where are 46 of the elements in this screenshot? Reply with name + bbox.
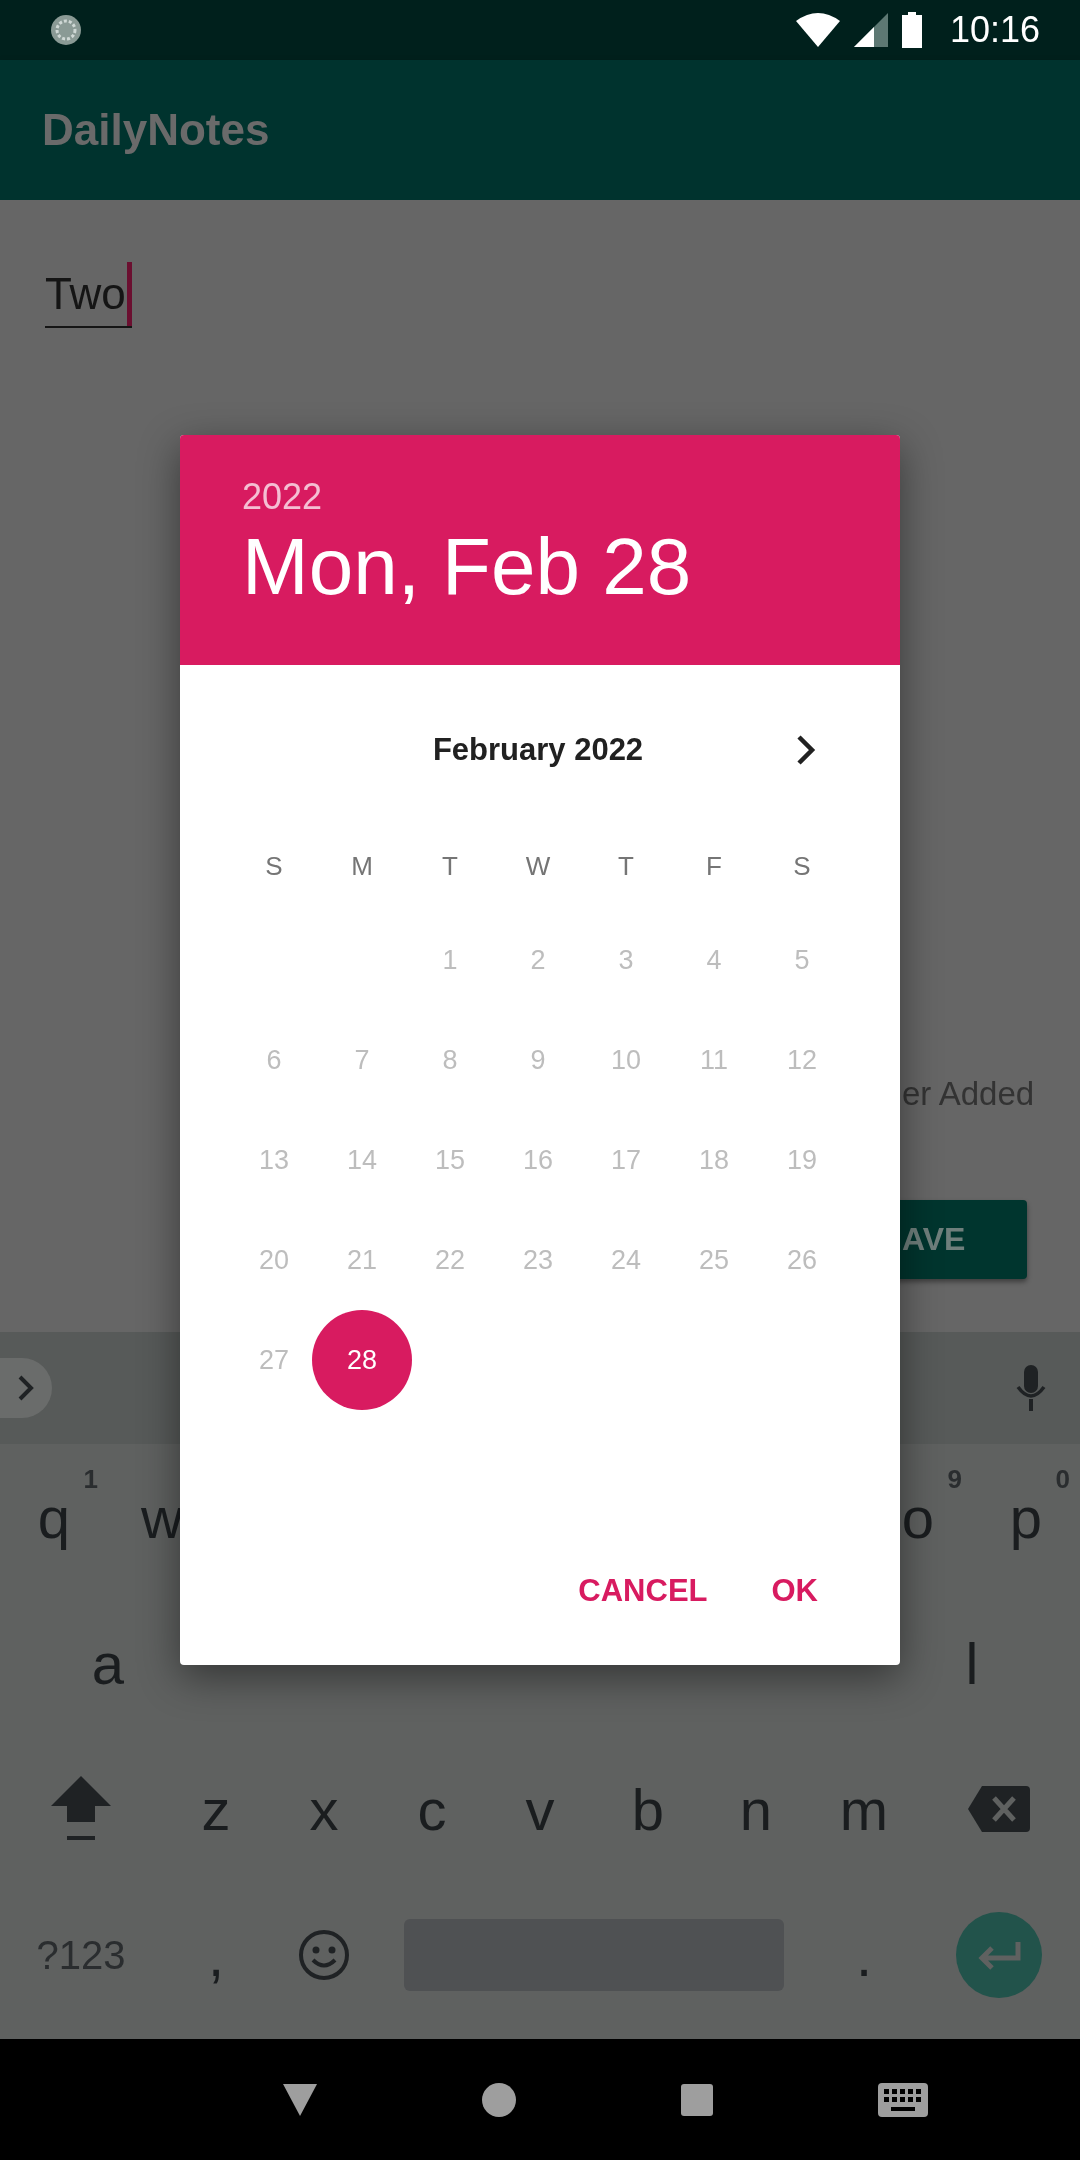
keyboard-key[interactable]: p <box>1009 1483 1043 1551</box>
keyboard-key[interactable]: b <box>631 1775 665 1843</box>
wifi-icon <box>795 13 840 47</box>
keyboard-key[interactable]: o <box>901 1483 935 1551</box>
chevron-right-icon[interactable] <box>796 734 816 766</box>
keyboard-key[interactable]: c <box>417 1775 447 1843</box>
battery-icon <box>901 12 922 48</box>
backspace-icon[interactable] <box>968 1786 1030 1832</box>
keyboard-key[interactable]: x <box>309 1775 339 1843</box>
signal-icon <box>853 13 888 47</box>
keyboard-icon[interactable] <box>877 2082 928 2117</box>
weekday-label: S <box>792 850 812 883</box>
emoji-icon[interactable] <box>298 1929 350 1981</box>
weekday-label: T <box>441 850 459 883</box>
keyboard-key[interactable]: a <box>91 1629 125 1697</box>
weekday-label: S <box>264 850 284 883</box>
weekday-label: T <box>617 850 635 883</box>
loading-icon <box>48 12 84 48</box>
month-title: February 2022 <box>432 732 644 768</box>
weekday-label: M <box>350 850 374 883</box>
keyboard-key[interactable]: . <box>855 1921 873 1989</box>
note-field[interactable]: Two <box>45 262 132 328</box>
home-icon[interactable] <box>481 2082 516 2117</box>
app-title: DailyNotes <box>42 105 270 155</box>
microphone-icon[interactable] <box>1016 1365 1046 1411</box>
expand-button[interactable] <box>0 1358 52 1418</box>
recents-icon[interactable] <box>680 2083 713 2116</box>
keyboard-key[interactable]: l <box>965 1629 979 1697</box>
keyboard-key[interactable]: q <box>37 1483 71 1551</box>
back-icon[interactable] <box>282 2083 317 2116</box>
selected-date[interactable]: Mon, Feb 28 <box>242 519 692 615</box>
weekday-label: W <box>524 850 552 883</box>
keyboard-key[interactable]: v <box>525 1775 555 1843</box>
calendar-day[interactable]: 28 <box>312 1310 412 1410</box>
shift-icon[interactable] <box>51 1776 111 1842</box>
keyboard-key[interactable]: , <box>207 1921 225 1989</box>
text-cursor <box>126 262 132 326</box>
status-time: 10:16 <box>949 9 1040 51</box>
ok-button[interactable]: OK <box>749 1557 840 1625</box>
keyboard-key[interactable]: z <box>201 1775 231 1843</box>
year-label[interactable]: 2022 <box>242 475 323 519</box>
keyboard-key[interactable]: n <box>739 1775 773 1843</box>
cancel-button[interactable]: CANCEL <box>556 1557 730 1625</box>
keyboard-key[interactable]: m <box>839 1775 889 1843</box>
weekday-label: F <box>705 850 723 883</box>
keyboard-key[interactable]: w <box>141 1483 183 1551</box>
